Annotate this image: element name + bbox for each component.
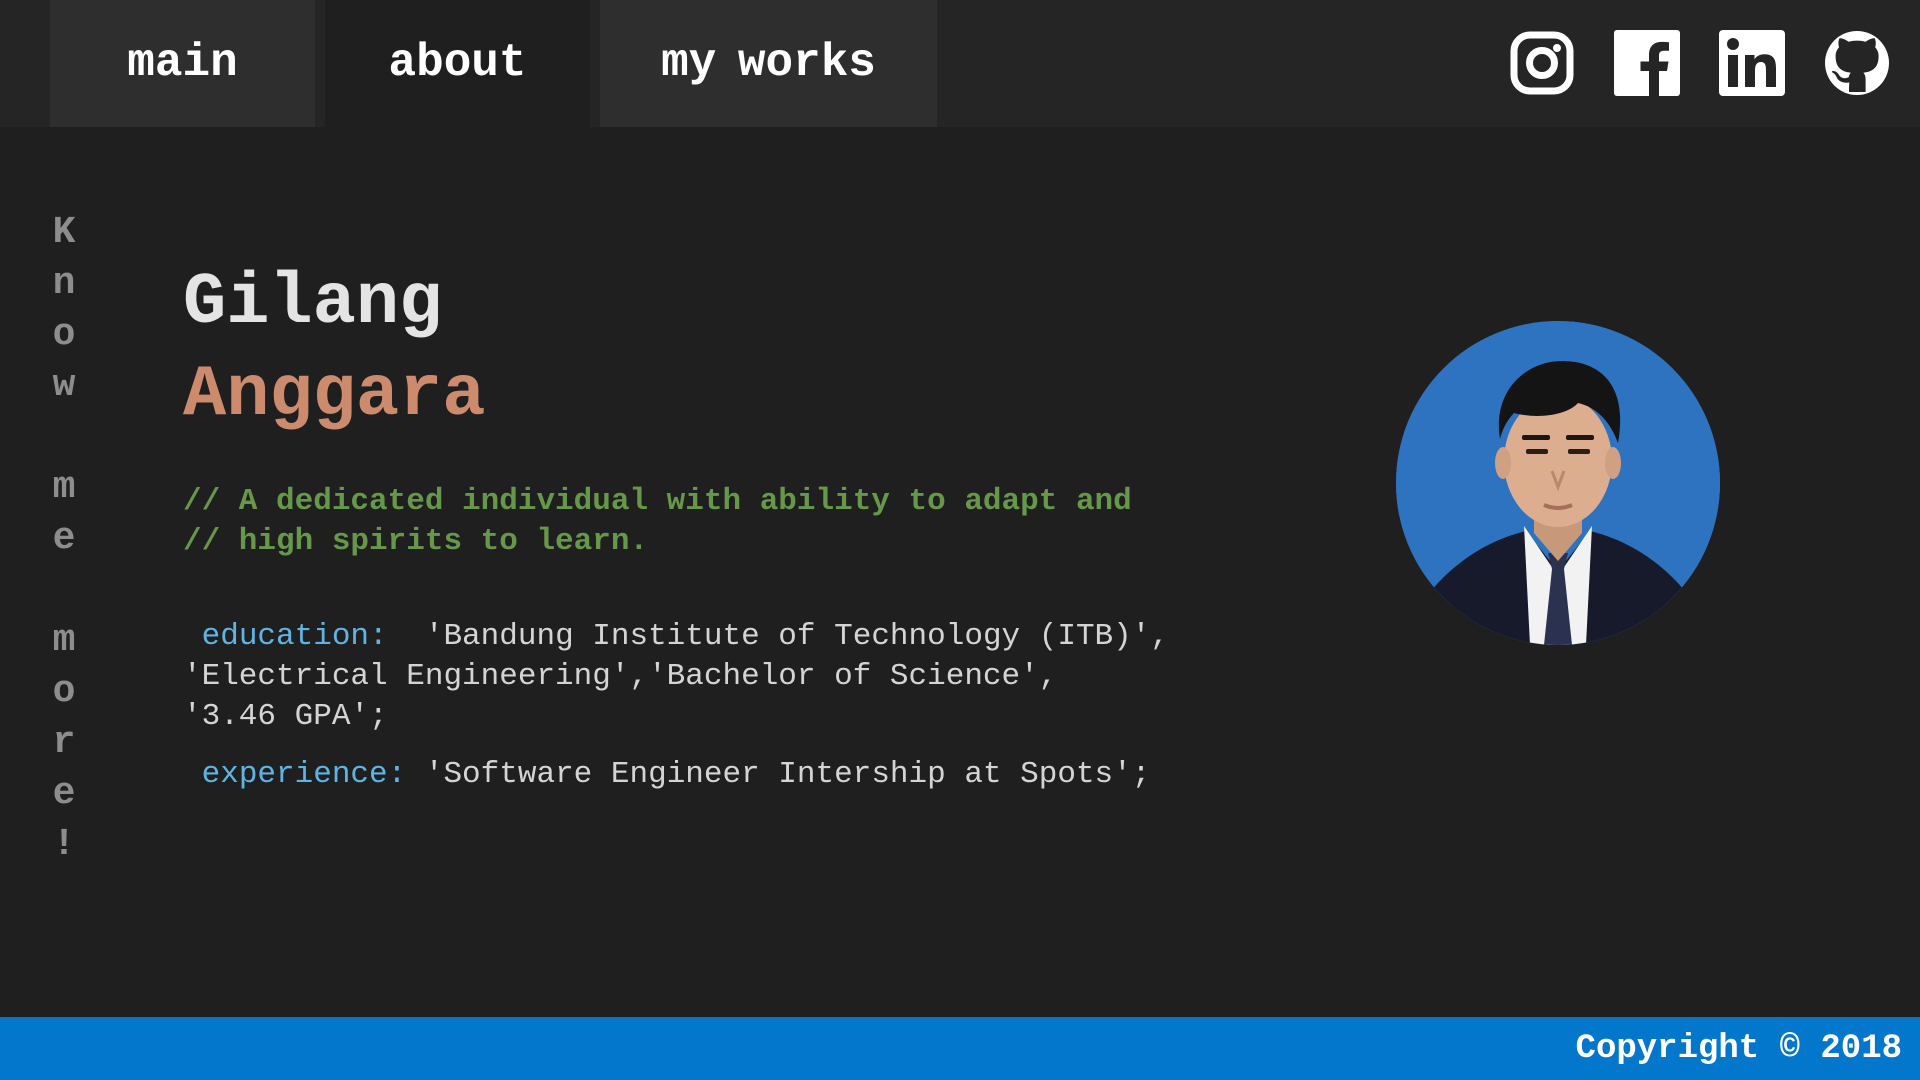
experience-value: 'Software Engineer Intership at Spots'; [406, 757, 1151, 792]
first-name: Gilang [183, 262, 443, 344]
side-letter: o [52, 313, 76, 356]
tab-about[interactable]: about [325, 0, 590, 127]
side-letter: m [52, 619, 76, 662]
facebook-icon[interactable] [1614, 30, 1680, 96]
side-letter: e [52, 772, 76, 815]
side-letter [44, 411, 84, 462]
education-value: 'Bandung Institute of Technology (ITB)', [387, 619, 1169, 654]
experience-line: experience: 'Software Engineer Intership… [183, 755, 1303, 795]
linkedin-icon[interactable] [1719, 30, 1785, 96]
side-letter: w [52, 364, 76, 407]
instagram-icon[interactable] [1509, 30, 1575, 96]
experience-key: experience: [201, 757, 407, 792]
github-icon[interactable] [1824, 30, 1890, 96]
footer: Copyright © 2018 [0, 1017, 1920, 1080]
tagline-line-1: // A dedicated individual with ability t… [183, 484, 1132, 519]
navbar: main about my works [0, 0, 1920, 127]
side-letter: n [52, 262, 76, 305]
side-letter: ! [52, 823, 76, 866]
education-line-3: '3.46 GPA'; [183, 699, 388, 734]
side-letter: m [52, 466, 76, 509]
side-letter [44, 564, 84, 615]
education-line-2: 'Electrical Engineering','Bachelor of Sc… [183, 659, 1058, 694]
tab-main[interactable]: main [50, 0, 315, 127]
side-letter: K [52, 211, 76, 254]
tab-my-works[interactable]: my works [600, 0, 937, 127]
know-me-more-vertical-text: K n o w m e m o r e ! [44, 207, 84, 870]
avatar [1396, 321, 1720, 645]
education-line-1: education: 'Bandung Institute of Technol… [183, 617, 1303, 657]
last-name: Anggara [183, 354, 486, 436]
side-letter: r [52, 721, 76, 764]
side-letter: e [52, 517, 76, 560]
tagline-line-2: // high spirits to learn. [183, 524, 649, 559]
copyright-text: Copyright © 2018 [1575, 1030, 1902, 1068]
side-letter: o [52, 670, 76, 713]
education-key: education: [201, 619, 388, 654]
